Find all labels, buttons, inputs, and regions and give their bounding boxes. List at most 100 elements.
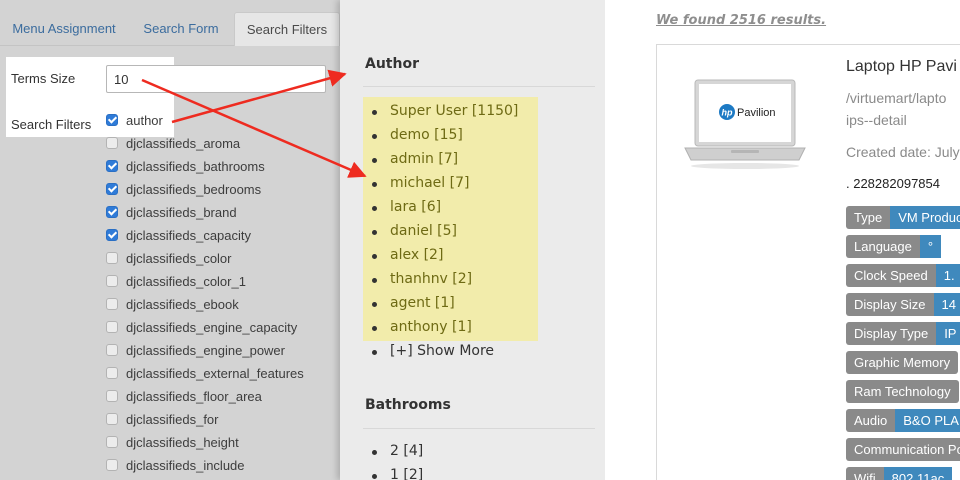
bathrooms-heading: Bathrooms — [365, 397, 451, 413]
tag-key: Clock Speed — [846, 264, 936, 287]
filter-option-label: author — [126, 112, 163, 128]
filter-option[interactable]: djclassifieds_external_features — [106, 363, 304, 383]
filter-option-label: djclassifieds_bathrooms — [126, 158, 265, 174]
tag-key: Audio — [846, 409, 896, 432]
gutter — [605, 0, 635, 480]
author-option[interactable]: alex [2] — [390, 247, 443, 263]
bullet — [372, 326, 377, 331]
checkbox-unchecked[interactable] — [106, 298, 118, 310]
filter-option[interactable]: djclassifieds_engine_power — [106, 340, 285, 360]
filter-module: Author Super User [1150] demo [15] admin [… — [340, 0, 605, 480]
tab-menu-assignment[interactable]: Menu Assignment — [0, 12, 128, 46]
filter-option[interactable]: djclassifieds_brand — [106, 202, 237, 222]
filter-option[interactable]: djclassifieds_color — [106, 248, 232, 268]
checkbox-unchecked[interactable] — [106, 344, 118, 356]
created-date: Created date: July — [846, 144, 960, 160]
checkbox-checked[interactable] — [106, 183, 118, 195]
filter-option[interactable]: djclassifieds_capacity — [106, 225, 251, 245]
tag-value: ° — [919, 235, 942, 258]
filter-option-label: djclassifieds_color — [126, 250, 232, 266]
filter-option[interactable]: djclassifieds_ebook — [106, 294, 239, 314]
bullet — [372, 302, 377, 307]
filter-option[interactable]: djclassifieds_include — [106, 455, 245, 475]
attribute-tag[interactable]: Display Type IP — [846, 322, 960, 345]
tag-key: Communication Po — [846, 438, 960, 461]
bullet — [372, 206, 377, 211]
tab-search-filters[interactable]: Search Filters — [234, 12, 340, 46]
divider — [363, 428, 595, 429]
attribute-tag[interactable]: Clock Speed 1. — [846, 264, 960, 287]
filter-option[interactable]: djclassifieds_floor_area — [106, 386, 262, 406]
bathroom-option[interactable]: 2 [4] — [390, 443, 423, 459]
author-option[interactable]: lara [6] — [390, 199, 441, 215]
product-number: . 228282097854 — [846, 176, 940, 191]
filter-option-label: djclassifieds_ebook — [126, 296, 239, 312]
product-title[interactable]: Laptop HP Pavi — [846, 58, 957, 76]
bathroom-option[interactable]: 1 [2] — [390, 467, 423, 480]
author-option[interactable]: michael [7] — [390, 175, 469, 191]
tag-value: VM Produc — [890, 206, 960, 229]
terms-size-input[interactable]: 10 — [106, 65, 326, 93]
results-count: We found 2516 results. — [656, 13, 827, 28]
search-filters-label: Search Filters — [11, 117, 92, 132]
checkbox-checked[interactable] — [106, 206, 118, 218]
author-option[interactable]: daniel [5] — [390, 223, 457, 239]
filter-option[interactable]: djclassifieds_bedrooms — [106, 179, 261, 199]
filter-option-label: djclassifieds_height — [126, 434, 239, 450]
attribute-tag[interactable]: Ram Technology — [846, 380, 959, 403]
tag-key: Ram Technology — [846, 380, 959, 403]
checkbox-unchecked[interactable] — [106, 252, 118, 264]
tag-key: Display Type — [846, 322, 937, 345]
tag-key: Display Size — [846, 293, 934, 316]
attribute-tag[interactable]: Audio B&O PLA — [846, 409, 960, 432]
filter-option[interactable]: djclassifieds_color_1 — [106, 271, 246, 291]
checkbox-unchecked[interactable] — [106, 367, 118, 379]
author-option[interactable]: Super User [1150] — [390, 103, 518, 119]
filter-option-label: djclassifieds_capacity — [126, 227, 252, 243]
filter-option[interactable]: djclassifieds_for — [106, 409, 219, 429]
checkbox-unchecked[interactable] — [106, 436, 118, 448]
filter-option[interactable]: djclassifieds_bathrooms — [106, 156, 265, 176]
checkbox-unchecked[interactable] — [106, 390, 118, 402]
attribute-tag[interactable]: Communication Po — [846, 438, 960, 461]
filter-option[interactable]: author — [106, 110, 163, 130]
admin-panel: Menu Assignment Search Form Search Filte… — [0, 0, 340, 480]
tab-search-form[interactable]: Search Form — [131, 12, 231, 46]
author-option[interactable]: admin [7] — [390, 151, 458, 167]
tag-key: Language — [846, 235, 920, 258]
laptop-image[interactable]: hp Pavilion — [683, 78, 807, 174]
checkbox-checked[interactable] — [106, 114, 118, 126]
bullet — [372, 134, 377, 139]
bullet — [372, 350, 377, 355]
tag-key: Graphic Memory — [846, 351, 959, 374]
checkbox-checked[interactable] — [106, 160, 118, 172]
filter-option[interactable]: djclassifieds_aroma — [106, 133, 240, 153]
attribute-tag[interactable]: Type VM Produc — [846, 206, 960, 229]
attribute-tag[interactable]: Language ° — [846, 235, 942, 258]
checkbox-unchecked[interactable] — [106, 413, 118, 425]
author-option[interactable]: agent [1] — [390, 295, 455, 311]
attribute-tag[interactable]: Wifi 802.11ac — [846, 467, 953, 480]
attribute-tag[interactable]: Display Size 14 — [846, 293, 960, 316]
author-option[interactable]: anthony [1] — [390, 319, 472, 335]
checkbox-checked[interactable] — [106, 229, 118, 241]
bullet — [372, 230, 377, 235]
attribute-tag[interactable]: Graphic Memory — [846, 351, 959, 374]
bullet — [372, 450, 377, 455]
tag-value: IP — [936, 322, 960, 345]
bullet — [372, 158, 377, 163]
filter-option[interactable]: djclassifieds_engine_capacity — [106, 317, 297, 337]
author-option[interactable]: demo [15] — [390, 127, 463, 143]
filter-option[interactable]: djclassifieds_height — [106, 432, 239, 452]
checkbox-unchecked[interactable] — [106, 459, 118, 471]
filter-option-label: djclassifieds_brand — [126, 204, 237, 220]
filter-option-label: djclassifieds_floor_area — [126, 388, 262, 404]
checkbox-unchecked[interactable] — [106, 321, 118, 333]
terms-size-label: Terms Size — [11, 71, 76, 86]
filter-option-label: djclassifieds_include — [126, 457, 245, 473]
checkbox-unchecked[interactable] — [106, 275, 118, 287]
checkbox-unchecked[interactable] — [106, 137, 118, 149]
laptop-brand: Pavilion — [737, 107, 776, 119]
author-option[interactable]: thanhnv [2] — [390, 271, 472, 287]
show-more-link[interactable]: [+] Show More — [390, 343, 494, 359]
